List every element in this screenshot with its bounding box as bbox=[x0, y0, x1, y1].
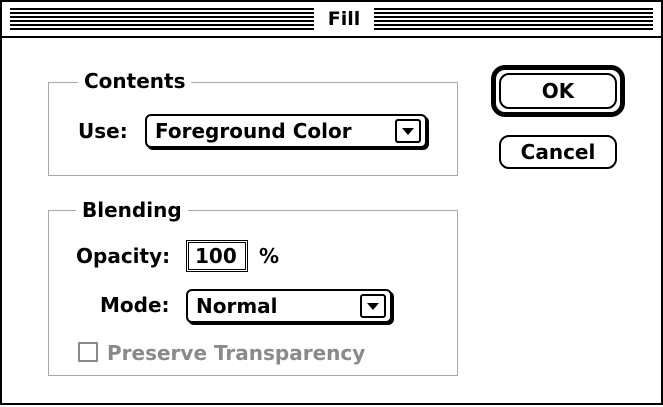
opacity-field[interactable]: 100 bbox=[186, 240, 248, 272]
chevron-down-icon[interactable] bbox=[395, 119, 421, 143]
use-popup-menu[interactable]: Foreground Color bbox=[145, 114, 427, 148]
dialog-title: Fill bbox=[314, 7, 374, 31]
use-label: Use: bbox=[78, 119, 128, 143]
title-bar-stripes-left bbox=[10, 8, 314, 30]
use-popup-value: Foreground Color bbox=[155, 119, 352, 143]
ok-button[interactable]: OK bbox=[499, 73, 617, 109]
blending-group-label: Blending bbox=[76, 197, 188, 223]
opacity-label: Opacity: bbox=[76, 244, 171, 268]
mode-popup-value: Normal bbox=[196, 294, 278, 318]
mode-popup-menu[interactable]: Normal bbox=[186, 289, 392, 323]
title-bar[interactable]: Fill bbox=[2, 2, 661, 38]
title-bar-stripes-right bbox=[374, 8, 653, 30]
cancel-button[interactable]: Cancel bbox=[499, 135, 617, 169]
mode-label: Mode: bbox=[100, 293, 170, 317]
preserve-transparency-checkbox[interactable] bbox=[78, 342, 98, 362]
preserve-transparency-label[interactable]: Preserve Transparency bbox=[107, 340, 365, 366]
opacity-unit: % bbox=[259, 244, 280, 268]
chevron-down-icon[interactable] bbox=[360, 294, 386, 318]
contents-group-label: Contents bbox=[78, 68, 192, 94]
